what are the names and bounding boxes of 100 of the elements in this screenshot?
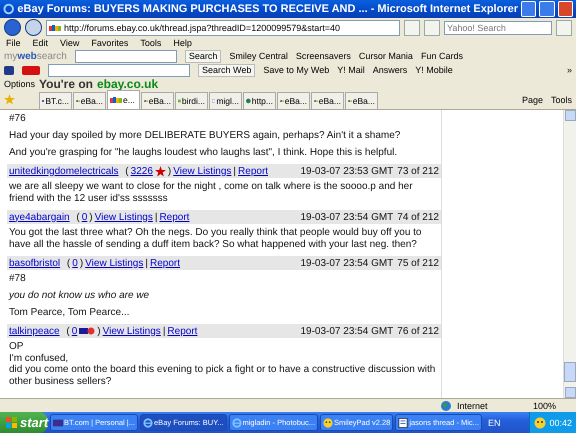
forward-button[interactable] bbox=[25, 19, 42, 36]
feedback-link[interactable]: 0 bbox=[72, 258, 78, 268]
minimize-button[interactable] bbox=[521, 1, 536, 17]
address-field[interactable]: http://forums.ebay.co.uk/thread.jspa?threadID=1200099579&start=40 bbox=[46, 20, 400, 36]
report-link[interactable]: Report bbox=[238, 166, 268, 176]
stop-button[interactable] bbox=[424, 20, 440, 36]
post-text: And you're grasping for "he laughs loudest who laughs last", I think. Hope this is helpful. bbox=[9, 147, 398, 159]
menu-item[interactable]: Edit bbox=[32, 38, 48, 48]
toolbar-button[interactable]: Y! Mail bbox=[337, 65, 365, 75]
menu-item[interactable]: Help bbox=[173, 38, 192, 48]
report-link[interactable]: Report bbox=[150, 258, 180, 268]
command-button[interactable]: Page bbox=[522, 94, 543, 104]
browser-tab[interactable]: eBa... bbox=[277, 92, 310, 109]
post-text: you do not know us who are we bbox=[9, 290, 150, 302]
toolbar-button[interactable]: Y! Mobile bbox=[415, 65, 453, 75]
options-button[interactable]: Options bbox=[4, 78, 36, 88]
language-indicator[interactable]: EN bbox=[488, 418, 500, 428]
smiley-icon bbox=[323, 418, 334, 428]
scroll-up-button[interactable] bbox=[564, 110, 576, 121]
post-text: did you come onto the board this evening to pick a fight or to have a constructive discussion with other business sellers? bbox=[9, 364, 436, 387]
browser-tab[interactable]: eBa... bbox=[73, 92, 106, 109]
author-link[interactable]: aye4abargain bbox=[9, 212, 70, 222]
browser-tab[interactable]: migl... bbox=[209, 92, 242, 109]
author-link[interactable]: unitedkingdomelectricals bbox=[9, 166, 119, 176]
page-icon bbox=[212, 96, 216, 106]
banner-text: You're on bbox=[39, 76, 93, 90]
windows-logo-icon bbox=[6, 417, 17, 428]
post-position: 75 of 212 bbox=[397, 258, 439, 268]
post-text: You got the last three what? Oh the negs. Do you really think that people would buy off you to have all the hassle of sending a duff item back? So what happened with your last neg. then? bbox=[9, 227, 422, 251]
paren-text: ( bbox=[125, 166, 129, 176]
toolbar-button[interactable]: Smiley Central bbox=[229, 51, 288, 61]
smiley-icon bbox=[534, 416, 546, 428]
close-button[interactable] bbox=[558, 1, 573, 17]
view-listings-link[interactable]: View Listings bbox=[94, 212, 153, 222]
star-icon bbox=[154, 166, 166, 176]
menu-item[interactable]: Tools bbox=[140, 38, 162, 48]
toolbar-button[interactable]: Cursor Mania bbox=[358, 51, 413, 61]
search-button[interactable]: Search Web bbox=[198, 64, 256, 76]
view-listings-link[interactable]: View Listings bbox=[85, 258, 144, 268]
browser-tab[interactable]: e... bbox=[107, 90, 140, 109]
view-listings-link[interactable]: View Listings bbox=[173, 166, 232, 176]
toolbar-button[interactable]: Fun Cards bbox=[420, 51, 463, 61]
zoom-level[interactable]: 100% bbox=[532, 400, 556, 411]
post-text: I'm confused, bbox=[9, 352, 70, 364]
toolbar-button[interactable]: Answers bbox=[372, 65, 408, 75]
post-text: Tom Pearce, Tom Pearce... bbox=[9, 307, 130, 319]
browser-tab[interactable]: BT.c... bbox=[39, 92, 72, 109]
browser-tab[interactable]: eBa... bbox=[311, 92, 344, 109]
star-icon[interactable] bbox=[4, 94, 15, 105]
post-date: 19-03-07 23:53 GMT bbox=[300, 166, 394, 176]
browser-tab[interactable]: birdi... bbox=[175, 92, 208, 109]
search-field[interactable] bbox=[74, 50, 177, 62]
feedback-link[interactable]: 0 bbox=[72, 326, 78, 336]
author-link[interactable]: basofbristol bbox=[9, 258, 60, 268]
more-button[interactable]: » bbox=[566, 65, 572, 75]
feedback-link[interactable]: 0 bbox=[82, 212, 88, 222]
post-text: #78 bbox=[9, 273, 27, 285]
paren-text: ) bbox=[168, 166, 172, 176]
browser-tab[interactable]: http... bbox=[243, 92, 276, 109]
toolbar-button[interactable]: Screensavers bbox=[296, 51, 351, 61]
back-button[interactable] bbox=[4, 19, 21, 36]
feedback-link[interactable]: 3226 bbox=[130, 166, 153, 176]
view-listings-link[interactable]: View Listings bbox=[102, 326, 161, 336]
post-date: 19-03-07 23:54 GMT bbox=[300, 326, 394, 336]
post-position: 73 of 212 bbox=[397, 166, 439, 176]
browser-icon bbox=[143, 418, 154, 428]
toolbar-icon[interactable] bbox=[4, 66, 14, 74]
separator-text: | bbox=[154, 212, 158, 222]
command-button[interactable]: Tools bbox=[550, 94, 572, 104]
globe-icon bbox=[246, 96, 251, 106]
separator-text: | bbox=[162, 326, 166, 336]
browser-tab[interactable]: eBa... bbox=[345, 92, 378, 109]
menu-item[interactable]: View bbox=[60, 38, 80, 48]
report-link[interactable]: Report bbox=[159, 212, 190, 222]
ebay-logo-icon bbox=[110, 96, 122, 104]
window-title: eBay Forums: BUYERS MAKING PURCHASES TO RECEIVE AND ... - Microsoft Internet Explorer bbox=[17, 3, 518, 15]
post-text: we are all sleepy we want to close for the night , come on talk where is the soooo.p and her friend with the 12 user id'ss sssssss bbox=[9, 181, 414, 205]
menu-item[interactable]: Favorites bbox=[91, 38, 128, 48]
scroll-down-button[interactable] bbox=[564, 387, 576, 398]
paren-text: ( bbox=[76, 212, 80, 222]
menu-item[interactable]: File bbox=[6, 38, 21, 48]
toolbar-button[interactable]: Save to My Web bbox=[263, 65, 330, 75]
post-text: Had your day spoiled by more DELIBERATE BUYERS again, perhaps? Ain't it a shame? bbox=[9, 130, 402, 142]
refresh-button[interactable] bbox=[404, 20, 420, 36]
search-field[interactable]: Yahoo! Search bbox=[444, 20, 552, 34]
browser-tab[interactable]: eBa... bbox=[141, 92, 174, 109]
search-field[interactable] bbox=[48, 64, 190, 76]
search-button[interactable]: Search bbox=[184, 50, 222, 62]
post-date: 19-03-07 23:54 GMT bbox=[300, 212, 394, 222]
globe-icon bbox=[440, 400, 451, 411]
toolbar-logo: mywebsearch bbox=[4, 50, 67, 62]
paren-text: ) bbox=[97, 326, 101, 336]
author-link[interactable]: talkinpeace bbox=[9, 326, 60, 336]
document-icon bbox=[398, 418, 408, 428]
browser-icon bbox=[232, 418, 242, 428]
scrollbar-thumb[interactable] bbox=[564, 362, 576, 382]
url-text: http://forums.ebay.co.uk/thread.jspa?threadID=1200099579&start=40 bbox=[64, 22, 340, 32]
report-link[interactable]: Report bbox=[167, 326, 198, 336]
restore-button[interactable] bbox=[539, 1, 555, 17]
bt-logo-icon bbox=[53, 418, 63, 428]
